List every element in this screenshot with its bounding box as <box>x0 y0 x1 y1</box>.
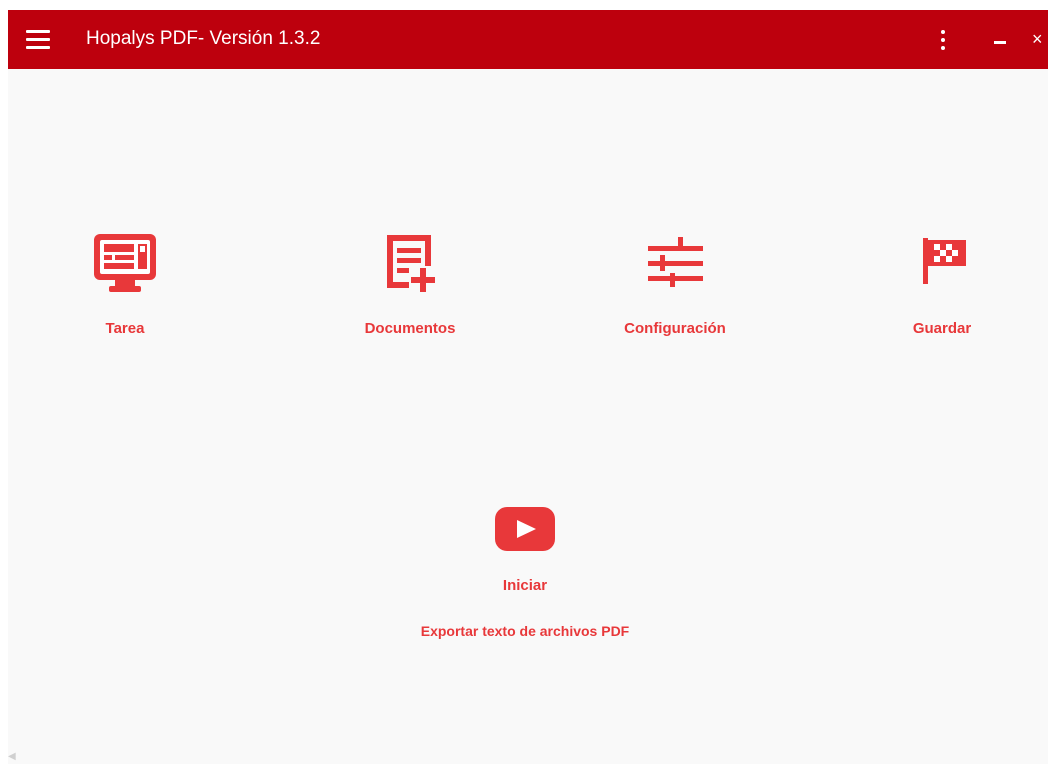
tile-configuracion[interactable]: Configuración <box>575 228 775 338</box>
tile-label-tarea: Tarea <box>105 320 145 337</box>
tile-tarea[interactable]: Tarea <box>25 228 225 338</box>
hamburger-icon[interactable] <box>26 30 50 50</box>
start-label: Iniciar <box>502 577 548 594</box>
tile-label-guardar: Guardar <box>912 320 972 337</box>
app-window: Hopalys PDF- Versión 1.3.2 × Tarea Docum… <box>8 10 1048 764</box>
tile-guardar[interactable]: Guardar <box>842 228 1042 338</box>
monitor-icon <box>94 234 156 292</box>
scroll-left-arrow-icon[interactable]: ◀ <box>8 750 20 764</box>
close-icon[interactable]: × <box>1032 28 1048 50</box>
tile-label-documentos: Documentos <box>364 320 456 337</box>
tile-label-configuracion: Configuración <box>624 320 726 337</box>
minimize-icon[interactable] <box>990 30 1010 50</box>
sliders-icon <box>648 237 703 287</box>
app-title: Hopalys PDF- Versión 1.3.2 <box>86 28 321 49</box>
play-button-icon <box>495 507 555 551</box>
document-add-icon <box>387 235 435 292</box>
kebab-menu-icon[interactable] <box>937 29 949 51</box>
tile-documentos[interactable]: Documentos <box>310 228 510 338</box>
start-button[interactable]: Iniciar <box>420 505 630 605</box>
checkered-flag-icon <box>923 238 966 284</box>
title-bar: Hopalys PDF- Versión 1.3.2 × <box>8 10 1048 69</box>
start-description: Exportar texto de archivos PDF <box>420 623 630 639</box>
